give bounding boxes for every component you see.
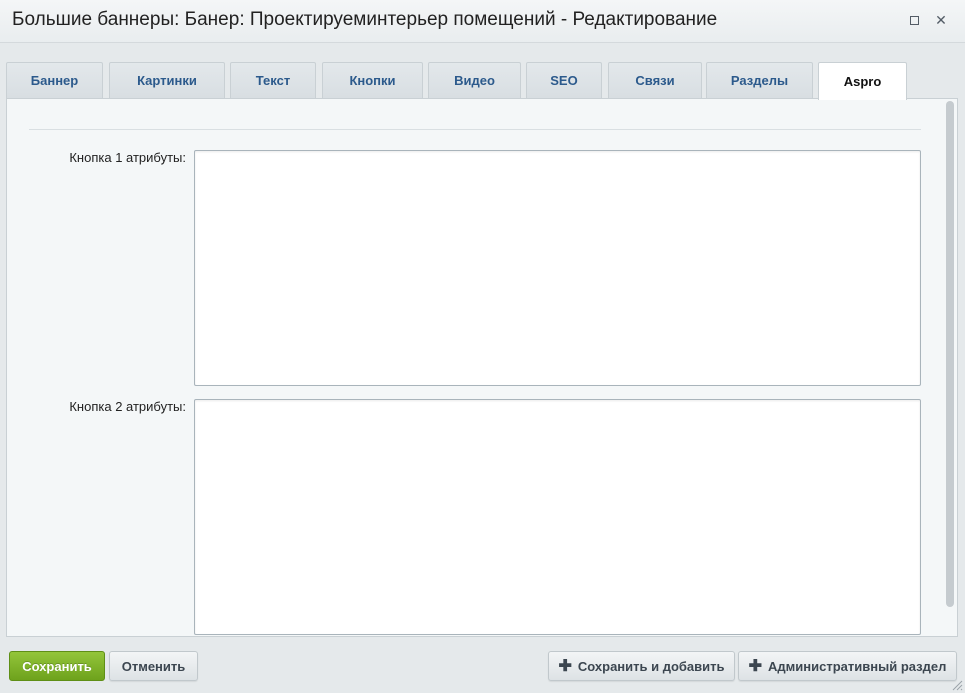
close-icon[interactable]: ✕	[933, 12, 949, 28]
plus-icon: ✚	[748, 658, 763, 675]
button2-attrs-label: Кнопка 2 атрибуты:	[69, 399, 186, 414]
tab-content: Кнопка 1 атрибуты: Кнопка 2 атрибуты:	[6, 98, 958, 637]
button1-attrs-textarea[interactable]	[194, 150, 921, 386]
save-button[interactable]: Сохранить	[9, 651, 105, 681]
tab-text[interactable]: Текст	[230, 62, 316, 98]
admin-section-button[interactable]: ✚ Административный раздел	[738, 651, 957, 681]
cancel-button[interactable]: Отменить	[109, 651, 198, 681]
scrollbar-thumb[interactable]	[946, 101, 954, 607]
tab-aspro[interactable]: Aspro	[818, 62, 907, 100]
tab-sections[interactable]: Разделы	[706, 62, 813, 98]
save-and-add-button[interactable]: ✚ Сохранить и добавить	[548, 651, 735, 681]
tab-buttons[interactable]: Кнопки	[322, 62, 423, 98]
button2-attrs-textarea[interactable]	[194, 399, 921, 635]
tab-banner[interactable]: Баннер	[6, 62, 103, 98]
tab-images[interactable]: Картинки	[109, 62, 225, 98]
button1-attrs-label: Кнопка 1 атрибуты:	[69, 150, 186, 165]
edit-dialog: Большие баннеры: Банер: Проектируеминтер…	[0, 0, 965, 693]
dialog-title: Большие баннеры: Банер: Проектируеминтер…	[12, 9, 718, 30]
title-bar[interactable]: Большие баннеры: Банер: Проектируеминтер…	[0, 0, 965, 43]
admin-section-label: Административный раздел	[768, 658, 947, 674]
tab-links[interactable]: Связи	[608, 62, 702, 98]
scrollbar[interactable]	[944, 101, 956, 634]
tab-video[interactable]: Видео	[428, 62, 521, 98]
plus-icon: ✚	[558, 658, 572, 675]
save-and-add-label: Сохранить и добавить	[577, 658, 725, 674]
resize-grip-icon[interactable]	[951, 679, 963, 691]
maximize-icon[interactable]	[906, 12, 922, 28]
tab-seo[interactable]: SEO	[526, 62, 602, 98]
separator	[29, 129, 921, 130]
